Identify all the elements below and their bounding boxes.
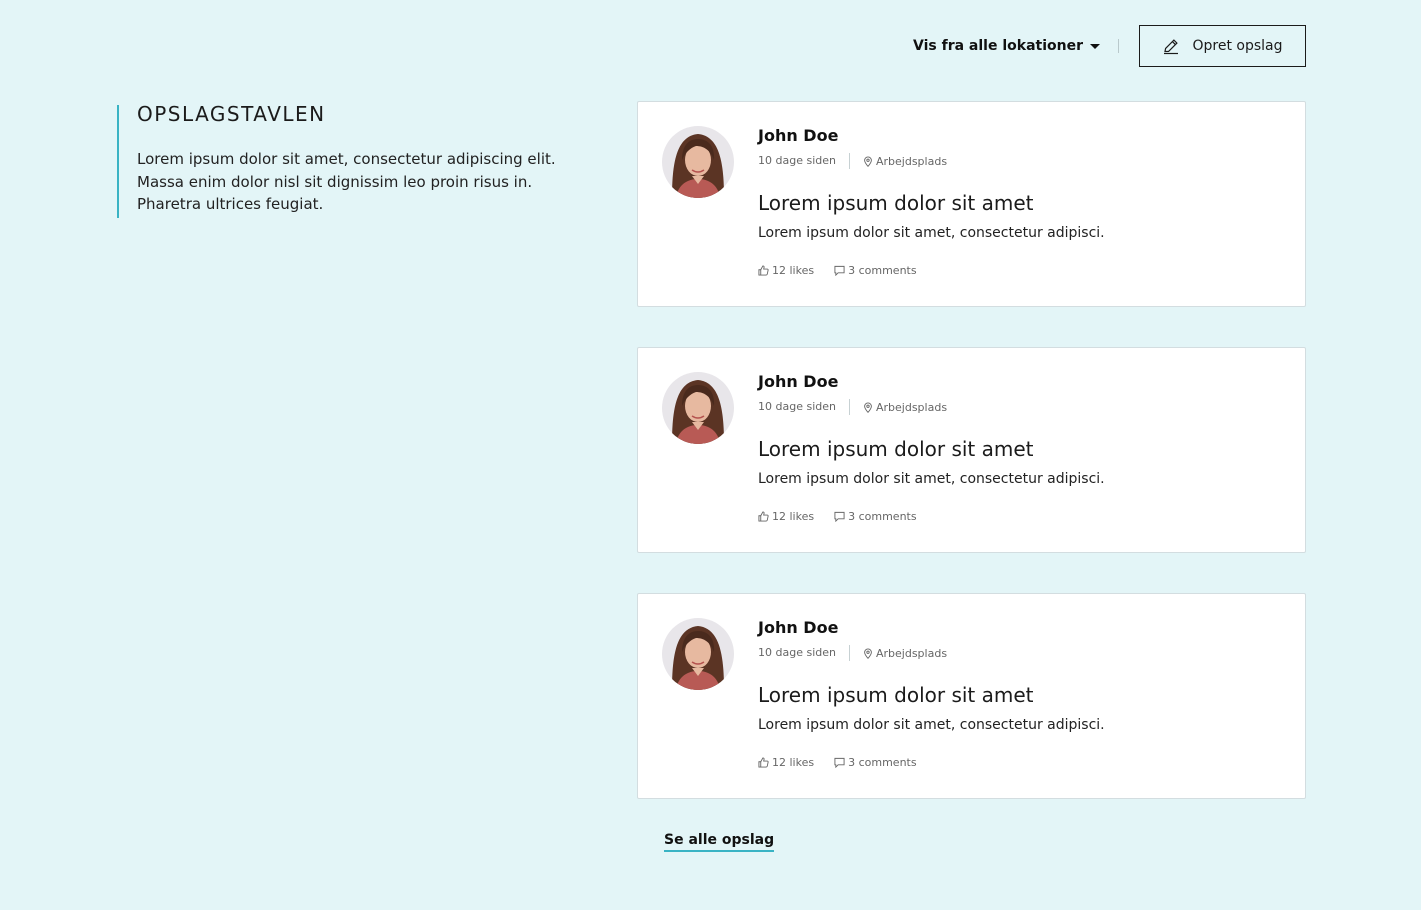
post-feed: John Doe 10 dage siden Arbejdsplads Lore… xyxy=(637,101,1306,839)
like-count: 12 likes xyxy=(772,510,815,523)
post-location: Arbejdsplads xyxy=(863,401,947,414)
post-title[interactable]: Lorem ipsum dolor sit amet xyxy=(758,191,1281,215)
post-card[interactable]: John Doe 10 dage siden Arbejdsplads Lore… xyxy=(637,347,1306,553)
post-time: 10 dage siden xyxy=(758,153,850,169)
post-body: John Doe 10 dage siden Arbejdsplads Lore… xyxy=(758,126,1281,277)
location-pin-icon xyxy=(864,648,872,659)
caret-down-icon xyxy=(1090,44,1100,49)
thumbs-up-icon xyxy=(758,511,769,522)
pencil-icon xyxy=(1164,39,1179,55)
comment-count: 3 comments xyxy=(848,756,917,769)
intro-section: OPSLAGSTAVLEN Lorem ipsum dolor sit amet… xyxy=(117,102,577,218)
post-location-label: Arbejdsplads xyxy=(875,400,948,414)
post-card[interactable]: John Doe 10 dage siden Arbejdsplads Lore… xyxy=(637,101,1306,307)
post-meta: 10 dage siden Arbejdsplads xyxy=(758,645,1281,661)
post-body: John Doe 10 dage siden Arbejdsplads Lore… xyxy=(758,618,1281,769)
post-stats: 12 likes 3 comments xyxy=(758,510,1281,523)
post-location-label: Arbejdsplads xyxy=(875,154,948,168)
thumbs-up-icon xyxy=(758,265,769,276)
location-filter-label: Vis fra alle lokationer xyxy=(913,38,1083,54)
like-count: 12 likes xyxy=(772,756,815,769)
post-title[interactable]: Lorem ipsum dolor sit amet xyxy=(758,683,1281,707)
post-stats: 12 likes 3 comments xyxy=(758,756,1281,769)
post-location-label: Arbejdsplads xyxy=(875,646,948,660)
post-location: Arbejdsplads xyxy=(863,647,947,660)
like-count: 12 likes xyxy=(772,264,815,277)
post-card[interactable]: John Doe 10 dage siden Arbejdsplads Lore… xyxy=(637,593,1306,799)
comment-count: 3 comments xyxy=(848,510,917,523)
post-meta: 10 dage siden Arbejdsplads xyxy=(758,399,1281,415)
post-author[interactable]: John Doe xyxy=(758,126,1281,145)
like-button[interactable]: 12 likes xyxy=(758,756,814,769)
post-time: 10 dage siden xyxy=(758,645,850,661)
post-text: Lorem ipsum dolor sit amet, consectetur … xyxy=(758,225,1105,241)
intro-description: Lorem ipsum dolor sit amet, consectetur … xyxy=(137,150,556,213)
comment-button[interactable]: 3 comments xyxy=(834,264,917,277)
page-title: OPSLAGSTAVLEN xyxy=(137,102,326,126)
avatar[interactable] xyxy=(662,618,734,690)
like-button[interactable]: 12 likes xyxy=(758,510,814,523)
see-all-posts-link[interactable]: Se alle opslag xyxy=(664,832,775,852)
post-meta: 10 dage siden Arbejdsplads xyxy=(758,153,1281,169)
comment-icon xyxy=(834,265,845,276)
comment-button[interactable]: 3 comments xyxy=(834,756,917,769)
post-stats: 12 likes 3 comments xyxy=(758,264,1281,277)
post-author[interactable]: John Doe xyxy=(758,618,1281,637)
comment-icon xyxy=(834,511,845,522)
thumbs-up-icon xyxy=(758,757,769,768)
location-pin-icon xyxy=(864,402,872,413)
page: Vis fra alle lokationer Opret opslag OPS… xyxy=(0,0,1421,910)
post-title[interactable]: Lorem ipsum dolor sit amet xyxy=(758,437,1281,461)
post-text: Lorem ipsum dolor sit amet, consectetur … xyxy=(758,717,1105,733)
post-author[interactable]: John Doe xyxy=(758,372,1281,391)
post-location: Arbejdsplads xyxy=(863,155,947,168)
comment-button[interactable]: 3 comments xyxy=(834,510,917,523)
avatar[interactable] xyxy=(662,126,734,198)
location-pin-icon xyxy=(864,156,872,167)
post-time: 10 dage siden xyxy=(758,399,850,415)
create-post-label: Opret opslag xyxy=(1192,38,1283,54)
post-text: Lorem ipsum dolor sit amet, consectetur … xyxy=(758,471,1105,487)
avatar[interactable] xyxy=(662,372,734,444)
create-post-button[interactable]: Opret opslag xyxy=(1139,25,1306,67)
comment-icon xyxy=(834,757,845,768)
comment-count: 3 comments xyxy=(848,264,917,277)
toolbar: Vis fra alle lokationer Opret opslag xyxy=(913,25,1306,67)
like-button[interactable]: 12 likes xyxy=(758,264,814,277)
post-body: John Doe 10 dage siden Arbejdsplads Lore… xyxy=(758,372,1281,523)
location-filter-dropdown[interactable]: Vis fra alle lokationer xyxy=(913,39,1119,53)
